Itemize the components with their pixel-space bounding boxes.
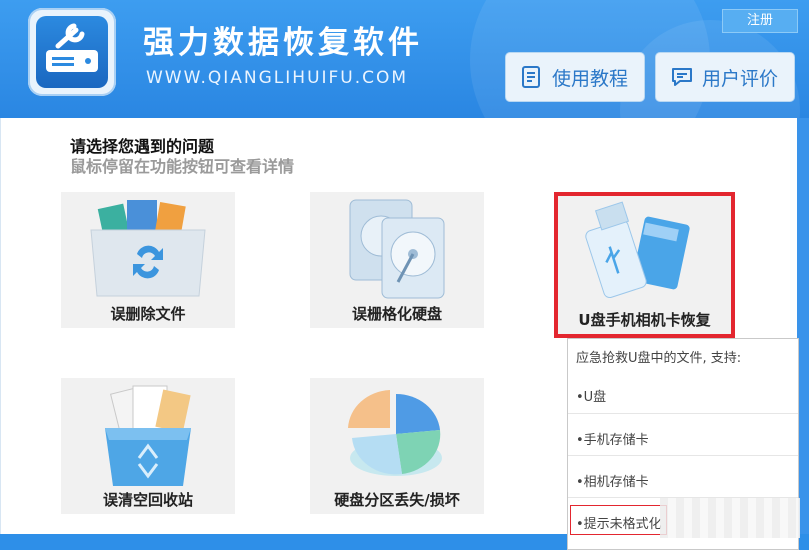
card-deleted-files[interactable]: 误删除文件 — [61, 192, 235, 328]
folder-recycle-icon — [90, 200, 206, 297]
review-label: 用户评价 — [702, 67, 779, 90]
drive-wrench-icon — [46, 23, 98, 72]
review-button[interactable]: 用户评价 — [655, 52, 795, 102]
card-formatted-disk[interactable]: 误栅格化硬盘 — [310, 192, 484, 328]
tooltip-divider — [568, 413, 798, 414]
prompt-hint: 鼠标停留在功能按钮可查看详情 — [70, 157, 295, 176]
usb-sdcard-icon — [585, 201, 690, 299]
card-usb-camera-card[interactable]: U盘手机相机卡恢复 — [554, 192, 735, 338]
card-label: 误删除文件 — [110, 305, 186, 323]
document-icon — [522, 66, 540, 88]
app-title: 强力数据恢复软件 — [143, 25, 423, 61]
tooltip-item: •相机存储卡 — [576, 475, 649, 490]
app-header: 强力数据恢复软件 WWW.QIANGLIHUIFU.COM 注册 使用教程 用户… — [0, 0, 809, 118]
card-label: U盘手机相机卡恢复 — [578, 311, 711, 329]
card-partition-lost[interactable]: 硬盘分区丢失/损坏 — [310, 378, 484, 514]
tooltip-item: •U盘 — [576, 390, 607, 405]
recycle-bin-icon — [105, 385, 191, 486]
app-logo — [28, 8, 116, 96]
tutorial-button[interactable]: 使用教程 — [505, 52, 645, 102]
hard-drive-icon — [349, 199, 445, 299]
tooltip-item: •手机存储卡 — [576, 433, 649, 448]
card-label: 误栅格化硬盘 — [351, 305, 442, 323]
tutorial-label: 使用教程 — [552, 67, 629, 90]
comment-icon — [672, 68, 692, 86]
tooltip-divider — [568, 455, 798, 456]
card-recycle-bin[interactable]: 误清空回收站 — [61, 378, 235, 514]
card-label: 硬盘分区丢失/损坏 — [334, 491, 460, 509]
card-label: 误清空回收站 — [102, 491, 193, 509]
tooltip-highlight — [570, 505, 667, 535]
disk-pie-icon — [348, 390, 442, 476]
register-button[interactable]: 注册 — [722, 9, 798, 33]
app-url: WWW.QIANGLIHUIFU.COM — [146, 68, 409, 88]
watermark-blur — [660, 498, 800, 538]
tooltip-title: 应急抢救U盘中的文件, 支持: — [576, 351, 742, 366]
